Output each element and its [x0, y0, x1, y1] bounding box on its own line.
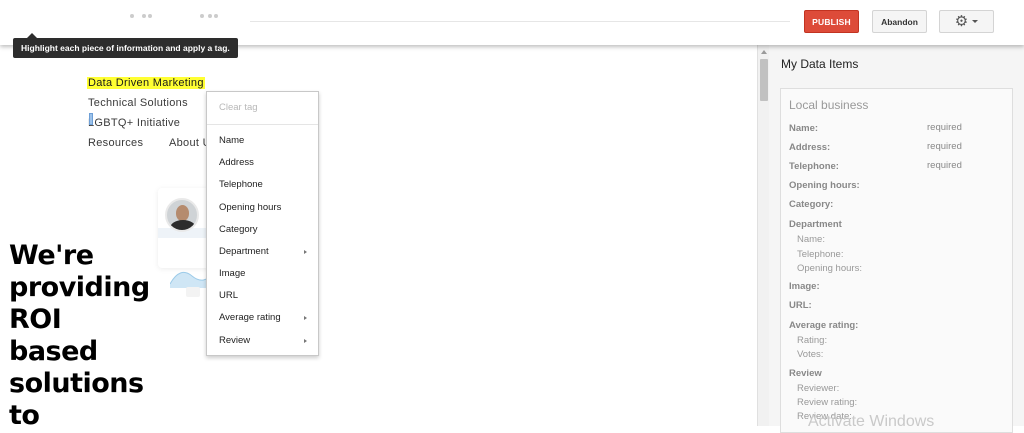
box-title: Local business: [789, 98, 869, 112]
scroll-up-icon[interactable]: [761, 50, 767, 54]
field-review: Review: [789, 368, 822, 379]
field-department-name: Name:: [797, 234, 825, 245]
menu-item-review[interactable]: Review: [219, 335, 250, 346]
avatar: [165, 198, 199, 232]
hero-line: based: [9, 336, 98, 367]
field-rating: Rating:: [797, 335, 828, 346]
submenu-arrow-icon: [304, 339, 307, 343]
menu-item-url[interactable]: URL: [219, 290, 238, 301]
field-votes: Votes:: [797, 349, 824, 360]
settings-button[interactable]: ⚙: [939, 10, 994, 33]
field-telephone: Telephone:: [789, 161, 839, 172]
field-name: Name:: [789, 123, 819, 134]
scroll-thumb[interactable]: [760, 59, 768, 101]
submenu-arrow-icon: [304, 250, 307, 254]
field-department-telephone: Telephone:: [797, 249, 844, 260]
field-url: URL:: [789, 300, 812, 311]
field-review-rating: Review rating:: [797, 397, 858, 408]
text-selection-cursor: [89, 113, 93, 125]
publish-button[interactable]: PUBLISH: [804, 10, 859, 33]
chevron-down-icon: [972, 20, 979, 23]
required-badge: required: [927, 160, 962, 171]
field-department: Department: [789, 219, 842, 230]
data-items-panel: My Data Items Local business Name: requi…: [769, 45, 1024, 433]
instruction-tooltip: Highlight each piece of information and …: [13, 33, 238, 58]
activate-windows-watermark: Activate Windows: [808, 413, 935, 430]
menu-item-clear-tag[interactable]: Clear tag: [219, 102, 258, 113]
tag-context-menu: Clear tag Name Address Telephone Opening…: [206, 91, 319, 356]
hero-line: solutions: [9, 368, 144, 399]
hero-line: ROI: [9, 304, 62, 335]
local-business-box: Local business Name: required Address: r…: [780, 88, 1013, 433]
toolbar-divider: [250, 21, 790, 22]
menu-item-opening-hours[interactable]: Opening hours: [219, 202, 281, 213]
hero-heading: We're providing ROI based solutions to: [9, 240, 150, 426]
menu-item-address[interactable]: Address: [219, 157, 254, 168]
hero-line: providing: [9, 272, 150, 303]
field-image: Image:: [789, 281, 820, 292]
field-category: Category:: [789, 199, 834, 210]
page-scrollbar[interactable]: [757, 45, 769, 426]
field-reviewer: Reviewer:: [797, 383, 840, 394]
submenu-arrow-icon: [304, 316, 307, 320]
abandon-button[interactable]: Abandon: [872, 10, 927, 33]
field-opening-hours: Opening hours:: [789, 180, 860, 191]
tooltip-arrow: [27, 33, 37, 38]
hero-line: We're: [9, 240, 94, 271]
tooltip-text: Highlight each piece of information and …: [21, 43, 230, 53]
menu-item-department[interactable]: Department: [219, 246, 269, 257]
blurred-logo: [110, 14, 250, 24]
menu-item-name[interactable]: Name: [219, 135, 244, 146]
page-preview: Data Driven Marketing Technical Solution…: [0, 45, 757, 426]
nav-item-technical-solutions[interactable]: Technical Solutions: [88, 97, 188, 109]
hero-line: to: [9, 400, 40, 426]
nav-item-data-driven-marketing[interactable]: Data Driven Marketing: [87, 77, 205, 89]
menu-item-average-rating[interactable]: Average rating: [219, 312, 281, 323]
required-badge: required: [927, 141, 962, 152]
nav-item-about[interactable]: About U: [169, 137, 211, 149]
field-average-rating: Average rating:: [789, 320, 859, 331]
card-button: [186, 287, 200, 297]
panel-title: My Data Items: [781, 57, 859, 71]
menu-item-category[interactable]: Category: [219, 224, 258, 235]
nav-item-resources[interactable]: Resources: [88, 137, 143, 149]
highlighted-text[interactable]: Data Driven Marketing: [87, 77, 205, 89]
field-department-opening-hours: Opening hours:: [797, 263, 862, 274]
nav-item-lgbtq-initiative[interactable]: LGBTQ+ Initiative: [88, 117, 180, 129]
field-address: Address:: [789, 142, 831, 153]
menu-item-telephone[interactable]: Telephone: [219, 179, 263, 190]
gear-icon: ⚙: [954, 13, 969, 30]
required-badge: required: [927, 122, 962, 133]
menu-item-image[interactable]: Image: [219, 268, 245, 279]
menu-separator: [207, 124, 318, 125]
